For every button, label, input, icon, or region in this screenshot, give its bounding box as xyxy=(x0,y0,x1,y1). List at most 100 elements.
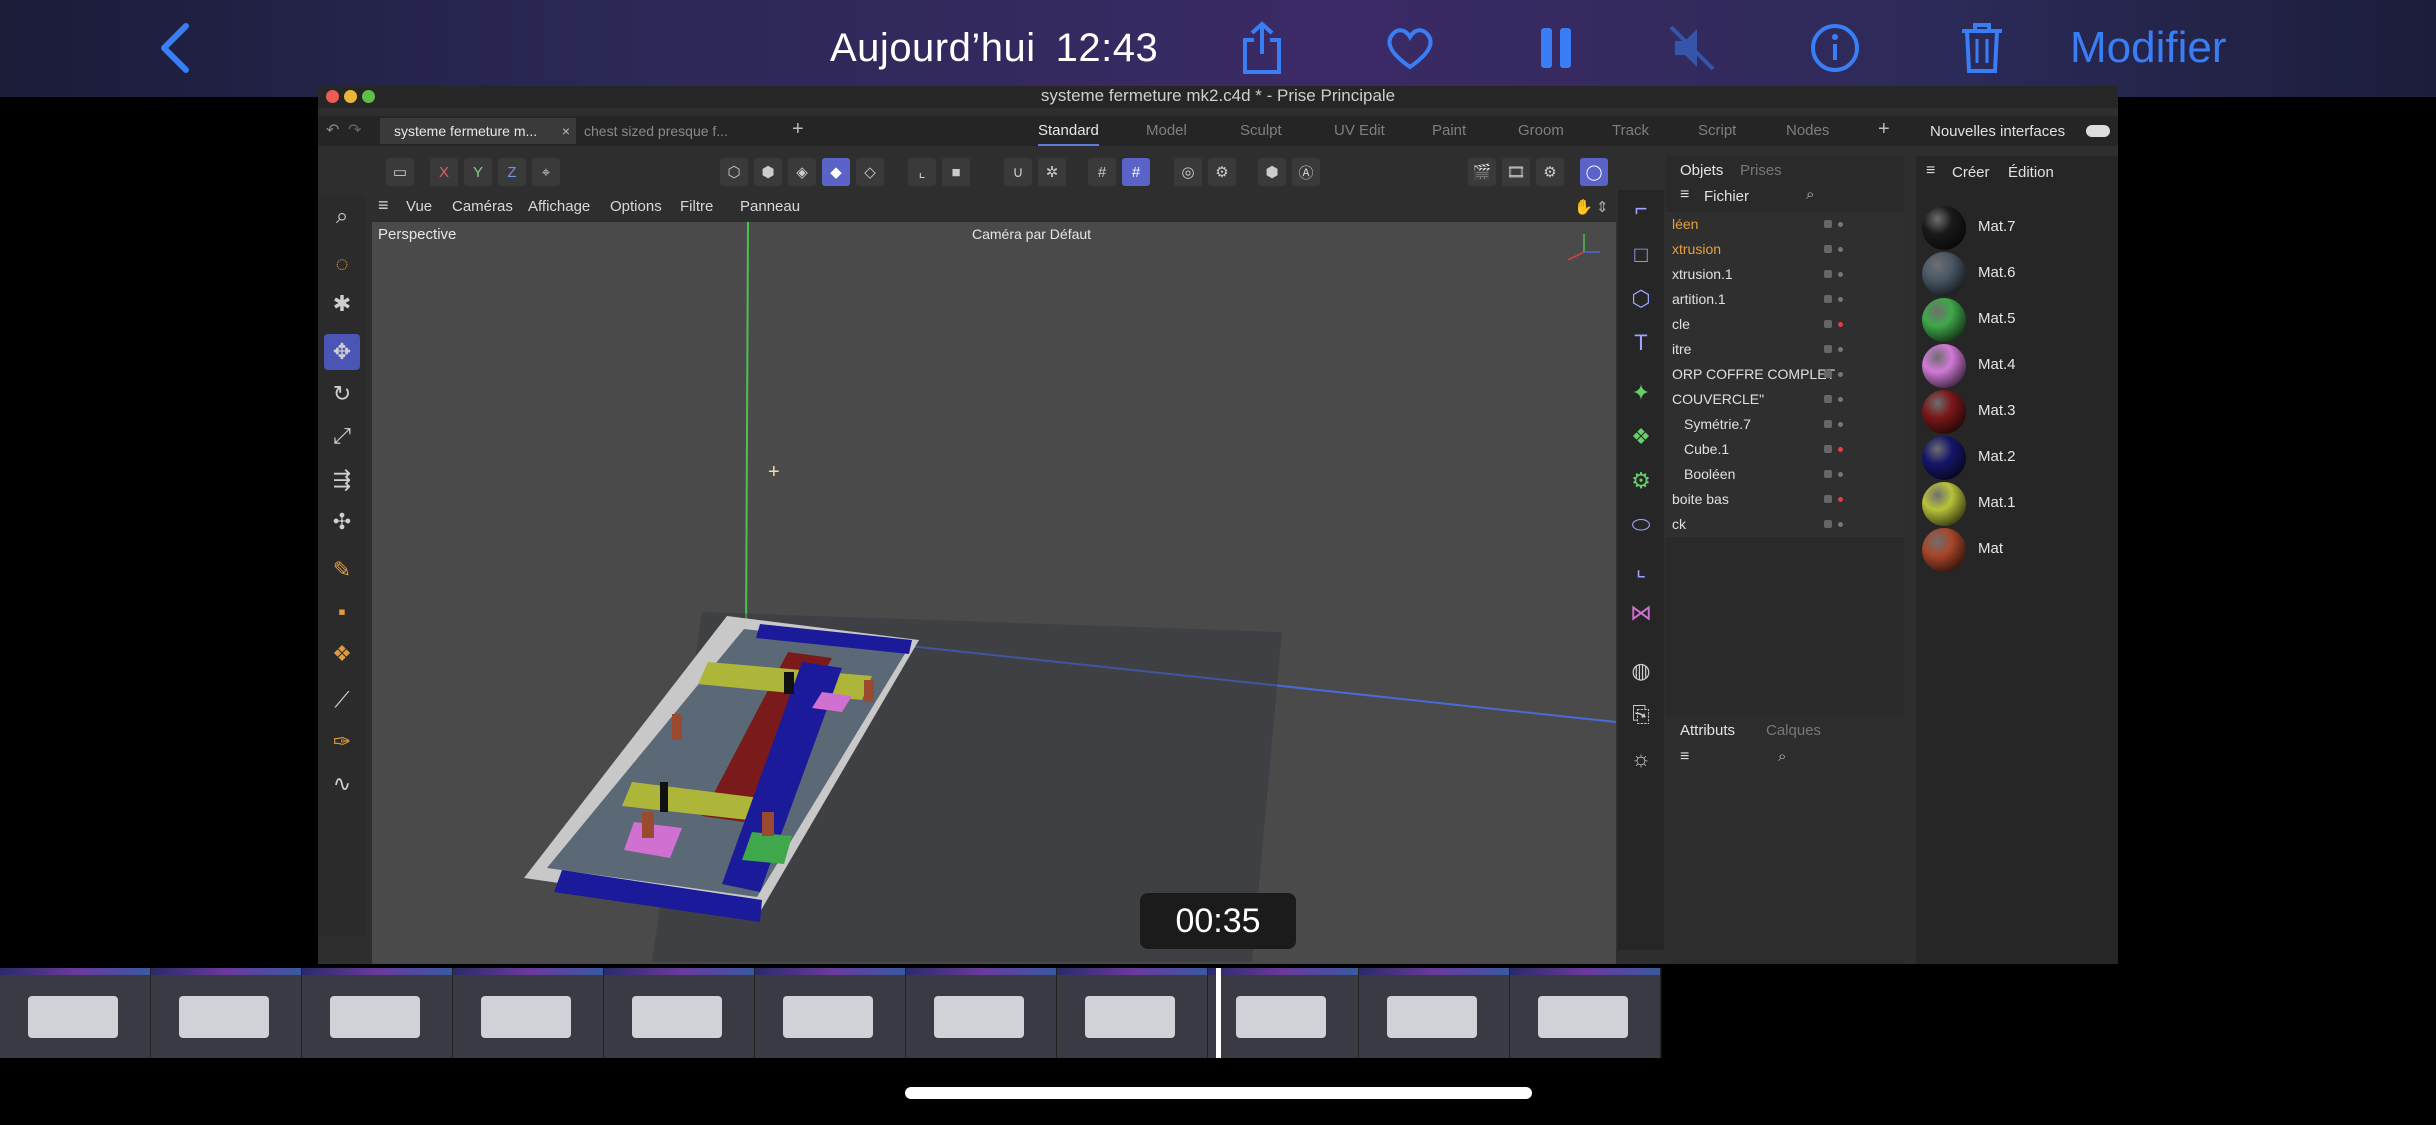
snap-grid-icon[interactable]: # xyxy=(1122,158,1150,186)
add-workspace-icon[interactable]: + xyxy=(1878,118,1890,141)
menu-affichage[interactable]: Affichage xyxy=(528,198,590,215)
primitive-icon[interactable]: ▪ xyxy=(324,594,360,630)
material-swatch[interactable] xyxy=(1922,482,1966,526)
filmstrip-frame[interactable] xyxy=(1510,968,1661,1058)
magnet-icon[interactable]: ∪ xyxy=(1004,158,1032,186)
filmstrip-frame[interactable] xyxy=(755,968,906,1058)
deformer-icon[interactable]: ⬭ xyxy=(1624,508,1658,542)
spline-icon[interactable]: □ xyxy=(1624,238,1658,272)
edges-mode-icon[interactable]: ⬢ xyxy=(754,158,782,186)
axis-mode-icon[interactable]: ⌞ xyxy=(908,158,936,186)
viewport-solo-icon[interactable]: ⬢ xyxy=(1258,158,1286,186)
heart-icon[interactable] xyxy=(1380,18,1440,78)
light-icon[interactable]: ☼ xyxy=(1624,742,1658,776)
field-icon[interactable]: ⌞ xyxy=(1624,552,1658,586)
coordinate-system-icon[interactable]: ⌖ xyxy=(532,158,560,186)
environment-icon[interactable]: ◍ xyxy=(1624,654,1658,688)
material-swatch[interactable] xyxy=(1922,344,1966,388)
hamburger-menu-icon[interactable]: ≡ xyxy=(378,195,389,216)
material-swatch[interactable] xyxy=(1922,252,1966,296)
object-row[interactable]: xtrusion.1 xyxy=(1672,262,1733,286)
search-icon[interactable]: ⌕ xyxy=(1778,748,1786,765)
share-icon[interactable] xyxy=(1232,18,1292,78)
object-row[interactable]: Booléen xyxy=(1684,462,1735,486)
scale-icon[interactable]: ⤢ xyxy=(324,418,360,454)
3d-viewport[interactable]: Perspective Caméra par Défaut + xyxy=(372,222,1616,964)
video-filmstrip[interactable] xyxy=(0,968,1662,1058)
minimize-window-dot[interactable] xyxy=(344,90,357,103)
workspace-paint[interactable]: Paint xyxy=(1432,118,1466,144)
materials-menu-icon[interactable]: ≡ xyxy=(1926,162,1935,180)
workspace-nodes[interactable]: Nodes xyxy=(1786,118,1829,144)
tweak-icon[interactable]: ✱ xyxy=(324,286,360,322)
mute-icon[interactable] xyxy=(1662,18,1722,78)
transform-icon[interactable]: ✣ xyxy=(324,504,360,540)
pan-icon[interactable]: ✋ xyxy=(1574,198,1593,216)
object-row[interactable]: ORP COFFRE COMPLET xyxy=(1672,362,1835,386)
text-icon[interactable]: T xyxy=(1624,326,1658,360)
search-icon[interactable]: ⌕ xyxy=(324,198,360,234)
object-row[interactable]: xtrusion xyxy=(1672,237,1721,261)
soft-selection-icon[interactable]: ◎ xyxy=(1174,158,1202,186)
object-row[interactable]: Cube.1 xyxy=(1684,437,1729,461)
filmstrip-frame[interactable] xyxy=(1057,968,1208,1058)
render-view-icon[interactable]: 🎬 xyxy=(1468,158,1496,186)
tab-calques[interactable]: Calques xyxy=(1766,722,1821,739)
move-icon[interactable]: ✥ xyxy=(324,334,360,370)
workspace-uv-edit[interactable]: UV Edit xyxy=(1334,118,1385,144)
menu-panneau[interactable]: Panneau xyxy=(740,198,800,215)
objects-menu-icon[interactable]: ≡ xyxy=(1680,186,1689,204)
object-row[interactable]: artition.1 xyxy=(1672,287,1726,311)
filmstrip-frame[interactable] xyxy=(1208,968,1359,1058)
automatic-icon[interactable]: Ⓐ xyxy=(1292,158,1320,186)
knife-icon[interactable]: ✑ xyxy=(324,724,360,760)
z-axis-button[interactable]: Z xyxy=(498,158,526,186)
uv-mode-icon[interactable]: ◇ xyxy=(856,158,884,186)
doc-tab-1[interactable]: systeme fermeture m... × xyxy=(380,118,576,144)
doc-tab-2[interactable]: chest sized presque f... xyxy=(570,118,774,144)
filmstrip-frame[interactable] xyxy=(0,968,151,1058)
workplane-icon[interactable]: ✲ xyxy=(1038,158,1066,186)
cloner-icon[interactable]: ❖ xyxy=(1624,420,1658,454)
redshift-icon[interactable]: ◯ xyxy=(1580,158,1608,186)
material-swatch[interactable] xyxy=(1922,298,1966,342)
filmstrip-frame[interactable] xyxy=(906,968,1057,1058)
object-row[interactable]: Symétrie.7 xyxy=(1684,412,1751,436)
object-row[interactable]: itre xyxy=(1672,337,1691,361)
filmstrip-frame[interactable] xyxy=(604,968,755,1058)
search-icon[interactable]: ⌕ xyxy=(1806,186,1814,203)
menu-options[interactable]: Options xyxy=(610,198,662,215)
render-picture-icon[interactable]: 🎞 xyxy=(1502,158,1530,186)
new-interfaces-toggle[interactable] xyxy=(2086,125,2110,137)
cube-icon[interactable]: ⬡ xyxy=(1624,282,1658,316)
model-mode-icon[interactable]: ◆ xyxy=(822,158,850,186)
filmstrip-frame[interactable] xyxy=(302,968,453,1058)
x-axis-button[interactable]: X xyxy=(430,158,458,186)
playhead[interactable] xyxy=(1216,968,1221,1058)
redo-icon[interactable]: ↷ xyxy=(348,120,361,140)
zoom-window-dot[interactable] xyxy=(362,90,375,103)
trash-icon[interactable] xyxy=(1952,18,2012,78)
material-swatch[interactable] xyxy=(1922,390,1966,434)
menu-vue[interactable]: Vue xyxy=(406,198,432,215)
polygons-mode-icon[interactable]: ◈ xyxy=(788,158,816,186)
filmstrip-frame[interactable] xyxy=(151,968,302,1058)
filmstrip-frame[interactable] xyxy=(453,968,604,1058)
edit-button[interactable]: Modifier xyxy=(2070,18,2260,78)
transfer-icon[interactable]: ⇶ xyxy=(324,462,360,498)
workspace-standard[interactable]: Standard xyxy=(1038,118,1099,146)
close-window-dot[interactable] xyxy=(326,90,339,103)
object-manager-icon[interactable]: ⌐ xyxy=(1624,192,1658,226)
menu-fichier[interactable]: Fichier xyxy=(1704,188,1749,205)
add-tab-icon[interactable]: + xyxy=(792,118,804,141)
tab-objets[interactable]: Objets xyxy=(1680,162,1723,179)
menu-cameras[interactable]: Caméras xyxy=(452,198,513,215)
grid-icon[interactable]: # xyxy=(1088,158,1116,186)
object-row[interactable]: boite bas xyxy=(1672,487,1729,511)
object-row[interactable]: COUVERCLE" xyxy=(1672,387,1764,411)
object-row[interactable]: léen xyxy=(1672,212,1698,236)
workspace-track[interactable]: Track xyxy=(1612,118,1649,144)
close-tab-icon[interactable]: × xyxy=(562,118,570,144)
settings-gear-icon[interactable]: ⚙ xyxy=(1208,158,1236,186)
pause-icon[interactable] xyxy=(1526,18,1586,78)
